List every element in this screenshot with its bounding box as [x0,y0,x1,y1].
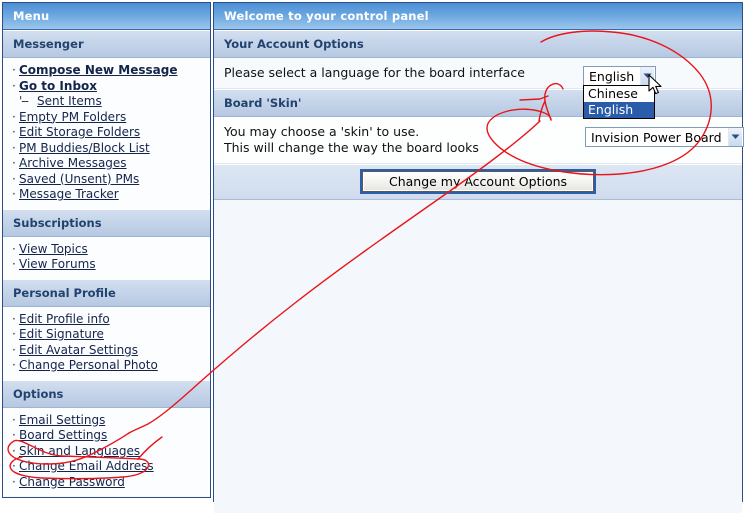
sidebar-item-view-topics[interactable]: · View Topics [3,242,210,258]
mouse-cursor-icon [648,74,662,95]
sidebar-item-label[interactable]: Edit Avatar Settings [19,343,138,357]
bullet-icon: · [12,125,16,139]
bullet-icon: · [12,474,16,489]
sidebar-item-label[interactable]: Go to Inbox [19,79,97,93]
language-select-value: English [589,68,635,84]
sidebar-item-edit-avatar-settings[interactable]: · Edit Avatar Settings [3,343,210,359]
control-panel-screenshot: Menu Messenger · Compose New Message · Go to… [0,0,745,515]
sidebar-sections: Messenger · Compose New Message · Go to Inbo… [3,30,210,496]
bullet-icon: · [12,443,16,458]
sidebar-section-list: · View Topics · View Forums [3,236,210,279]
sidebar-item-label[interactable]: Email Settings [19,413,105,427]
sidebar-item-label[interactable]: Change Password [19,475,125,489]
sidebar-item-board-settings[interactable]: · Board Settings [3,428,210,444]
bullet-icon: · [12,358,16,372]
sidebar-section-list: · Compose New Message · Go to Inbox '-- Sent … [3,58,210,209]
sidebar-item-view-forums[interactable]: · View Forums [3,257,210,273]
sidebar-item-edit-profile-info[interactable]: · Edit Profile info [3,312,210,328]
bullet-icon: · [12,156,16,170]
sidebar-item-label[interactable]: Edit Storage Folders [19,125,140,139]
language-select[interactable]: English [583,66,656,86]
sidebar-item-label[interactable]: PM Buddies/Block List [19,141,150,155]
sidebar-item-label[interactable]: View Topics [19,242,88,256]
chevron-down-icon[interactable] [727,128,742,146]
sidebar-item-label[interactable]: Skin and Languages [19,444,140,458]
sidebar-item-go-to-inbox[interactable]: · Go to Inbox [3,79,210,95]
sidebar-item-label[interactable]: Board Settings [19,428,107,442]
sidebar-item-change-password[interactable]: · Change Password [3,475,210,491]
bullet-icon: '-- [19,94,29,108]
sidebar-section-heading: Options [3,379,210,408]
bullet-icon: · [12,140,16,155]
language-options-list[interactable]: Chinese English [583,85,655,119]
skin-select[interactable]: Invision Power Board [585,127,744,147]
sidebar-item-label[interactable]: Edit Profile info [19,312,110,326]
bullet-icon: · [12,241,16,256]
bullet-icon: · [12,63,16,77]
bullet-icon: · [12,327,16,341]
skin-select-value: Invision Power Board [591,129,722,145]
sidebar-item-edit-storage-folders[interactable]: · Edit Storage Folders [3,125,210,141]
bullet-icon: · [12,171,16,186]
sidebar-item-empty-pm-folders[interactable]: · Empty PM Folders [3,110,210,126]
sidebar-item-label[interactable]: Compose New Message [19,63,177,77]
language-option[interactable]: English [584,102,654,118]
account-options-heading: Your Account Options [214,30,742,58]
sidebar-item-change-personal-photo[interactable]: · Change Personal Photo [3,358,210,374]
bullet-icon: · [12,428,16,442]
submit-row: Change my Account Options [214,164,742,200]
sidebar-section-heading: Personal Profile [3,278,210,307]
main-panel-empty-area [214,200,742,513]
bullet-icon: · [12,342,16,357]
sidebar-item-sent-items[interactable]: '-- Sent Items [3,94,210,110]
bullet-icon: · [12,109,16,124]
sidebar-item-edit-signature[interactable]: · Edit Signature [3,327,210,343]
bullet-icon: · [12,459,16,473]
sidebar-item-label[interactable]: Message Tracker [19,187,119,201]
sidebar-item-label[interactable]: Change Email Address [19,459,154,473]
sidebar-item-compose-new-message[interactable]: · Compose New Message [3,63,210,79]
sidebar-item-label[interactable]: Empty PM Folders [19,110,126,124]
sidebar-item-archive-messages[interactable]: · Archive Messages [3,156,210,172]
sidebar-item-label[interactable]: View Forums [19,257,96,271]
sidebar-item-label[interactable]: Saved (Unsent) PMs [19,172,139,186]
change-account-options-button[interactable]: Change my Account Options [359,169,597,194]
bullet-icon: · [12,412,16,427]
sidebar-section-heading: Messenger [3,30,210,58]
sidebar-item-label[interactable]: Edit Signature [19,327,104,341]
sidebar-item-skin-and-languages[interactable]: · Skin and Languages [3,444,210,460]
bullet-icon: · [12,78,16,93]
sidebar-item-pm-buddies-block-list[interactable]: · PM Buddies/Block List [3,141,210,157]
main-panel-title: Welcome to your control panel [214,3,742,30]
sidebar-item-label[interactable]: Change Personal Photo [19,358,158,372]
sidebar-item-email-settings[interactable]: · Email Settings [3,413,210,429]
sidebar-item-message-tracker[interactable]: · Message Tracker [3,187,210,203]
bullet-icon: · [12,187,16,201]
bullet-icon: · [12,257,16,271]
sidebar-panel: Menu Messenger · Compose New Message · Go to… [2,2,211,498]
sidebar-item-saved-unsent-pms[interactable]: · Saved (Unsent) PMs [3,172,210,188]
sidebar-section-heading: Subscriptions [3,208,210,237]
sidebar-item-label[interactable]: Sent Items [37,94,102,108]
language-option[interactable]: Chinese [584,86,654,102]
sidebar-item-change-email-address[interactable]: · Change Email Address [3,459,210,475]
sidebar-section-list: · Email Settings · Board Settings · Skin and … [3,407,210,496]
sidebar-title: Menu [3,3,210,30]
bullet-icon: · [12,311,16,326]
sidebar-item-label[interactable]: Archive Messages [19,156,127,170]
sidebar-section-list: · Edit Profile info · Edit Signature · Edit A… [3,306,210,380]
